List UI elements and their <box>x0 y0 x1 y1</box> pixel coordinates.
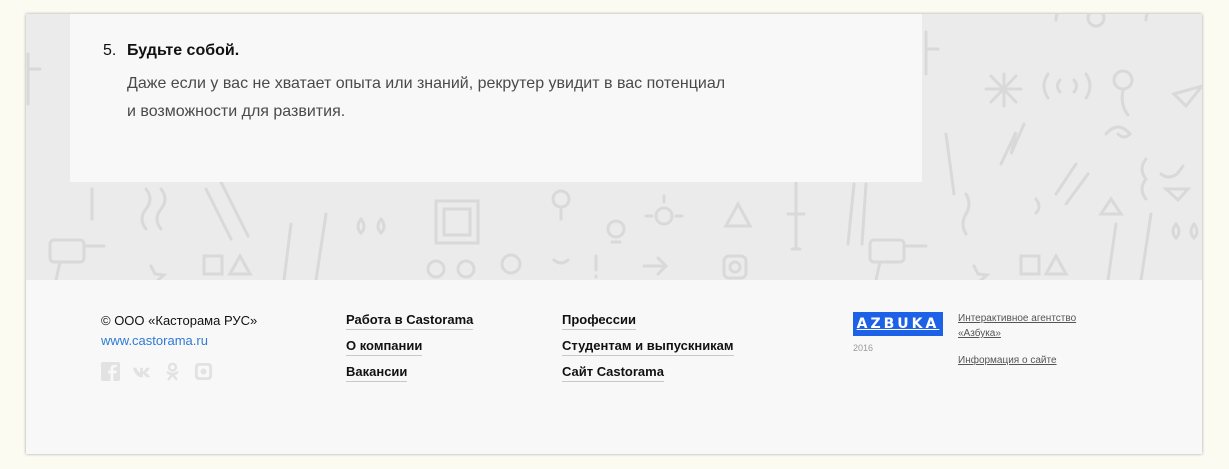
footer-menu-1: Работа в Castorama О компании Вакансии <box>346 312 474 382</box>
azbuka-logo[interactable]: AZBUKA <box>853 312 943 336</box>
menu-link-work-at-castorama[interactable]: Работа в Castorama <box>346 312 474 330</box>
list-item-text: Даже если у вас не хватает опыта или зна… <box>127 70 867 126</box>
footer: © ООО «Касторама РУС» www.castorama.ru Р… <box>26 280 1202 454</box>
site-link[interactable]: www.castorama.ru <box>101 333 208 348</box>
menu-link-vacancies[interactable]: Вакансии <box>346 364 408 382</box>
facebook-icon[interactable] <box>101 362 120 381</box>
site-info-link[interactable]: Информация о сайте <box>958 355 1057 366</box>
menu-link-castorama-site[interactable]: Сайт Castorama <box>562 364 664 382</box>
page-frame: 5. Будьте собой. Даже если у вас не хват… <box>26 14 1202 454</box>
list-item-number: 5. <box>103 42 117 59</box>
instagram-icon[interactable] <box>194 362 213 381</box>
content-card: 5. Будьте собой. Даже если у вас не хват… <box>70 14 922 182</box>
odnoklassniki-icon[interactable] <box>163 362 182 381</box>
agency-link[interactable]: Интерактивное агентство «Азбука» <box>958 311 1098 341</box>
menu-link-professions[interactable]: Профессии <box>562 312 636 330</box>
list-item-title: Будьте собой. <box>127 42 240 59</box>
copyright-text: © ООО «Касторама РУС» <box>101 313 258 328</box>
menu-link-students-graduates[interactable]: Студентам и выпускникам <box>562 338 734 356</box>
list-item-text-line-1: Даже если у вас не хватает опыта или зна… <box>127 75 726 92</box>
logo-year: 2016 <box>853 343 874 353</box>
social-links <box>101 362 213 381</box>
list-item-text-line-2: и возможности для развития. <box>127 103 346 120</box>
footer-menu-2: Профессии Студентам и выпускникам Сайт C… <box>562 312 734 382</box>
vk-icon[interactable] <box>132 362 151 381</box>
menu-link-about-company[interactable]: О компании <box>346 338 423 356</box>
